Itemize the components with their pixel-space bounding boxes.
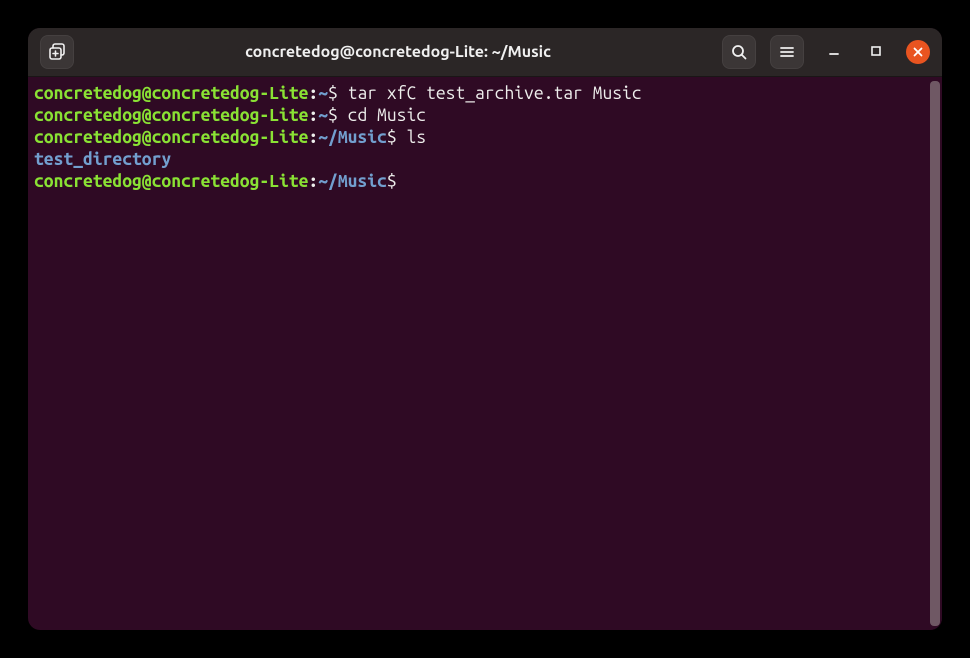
directory-entry: test_directory	[34, 150, 171, 169]
maximize-icon	[870, 43, 882, 61]
close-button[interactable]	[906, 40, 930, 64]
prompt-user-host: concretedog@concretedog-Lite	[34, 106, 308, 125]
prompt-colon: :	[308, 128, 318, 147]
prompt-dollar: $	[387, 172, 407, 191]
prompt-path: ~/Music	[318, 172, 387, 191]
menu-button[interactable]	[770, 35, 804, 69]
terminal-line: test_directory	[34, 149, 926, 171]
terminal-line: concretedog@concretedog-Lite:~$ cd Music	[34, 105, 926, 127]
minimize-button[interactable]	[822, 40, 846, 64]
prompt-dollar: $	[328, 106, 348, 125]
prompt-path: ~/Music	[318, 128, 387, 147]
search-icon	[731, 44, 747, 60]
terminal-line: concretedog@concretedog-Lite:~$ tar xfC …	[34, 83, 926, 105]
maximize-button[interactable]	[864, 40, 888, 64]
close-icon	[913, 47, 923, 57]
prompt-colon: :	[308, 172, 318, 191]
prompt-user-host: concretedog@concretedog-Lite	[34, 172, 308, 191]
terminal-window: concretedog@concretedog-Lite: ~/Music	[28, 28, 942, 630]
terminal-body: concretedog@concretedog-Lite:~$ tar xfC …	[28, 77, 942, 630]
prompt-colon: :	[308, 84, 318, 103]
command-text: cd Music	[348, 106, 426, 125]
terminal-line: concretedog@concretedog-Lite:~/Music$ ls	[34, 127, 926, 149]
prompt-colon: :	[308, 106, 318, 125]
terminal-line: concretedog@concretedog-Lite:~/Music$	[34, 171, 926, 193]
prompt-path: ~	[318, 106, 328, 125]
new-tab-icon	[48, 43, 66, 61]
scrollbar[interactable]	[928, 77, 942, 630]
terminal-output[interactable]: concretedog@concretedog-Lite:~$ tar xfC …	[28, 77, 928, 630]
command-text: ls	[406, 128, 426, 147]
search-button[interactable]	[722, 35, 756, 69]
window-title: concretedog@concretedog-Lite: ~/Music	[88, 43, 708, 61]
minimize-icon	[828, 43, 840, 61]
prompt-path: ~	[318, 84, 328, 103]
prompt-dollar: $	[328, 84, 348, 103]
prompt-dollar: $	[387, 128, 407, 147]
scrollbar-thumb[interactable]	[930, 81, 940, 626]
prompt-user-host: concretedog@concretedog-Lite	[34, 84, 308, 103]
titlebar: concretedog@concretedog-Lite: ~/Music	[28, 28, 942, 77]
new-tab-button[interactable]	[40, 35, 74, 69]
prompt-user-host: concretedog@concretedog-Lite	[34, 128, 308, 147]
hamburger-icon	[779, 44, 795, 60]
window-controls	[822, 40, 930, 64]
command-text: tar xfC test_archive.tar Music	[348, 84, 642, 103]
